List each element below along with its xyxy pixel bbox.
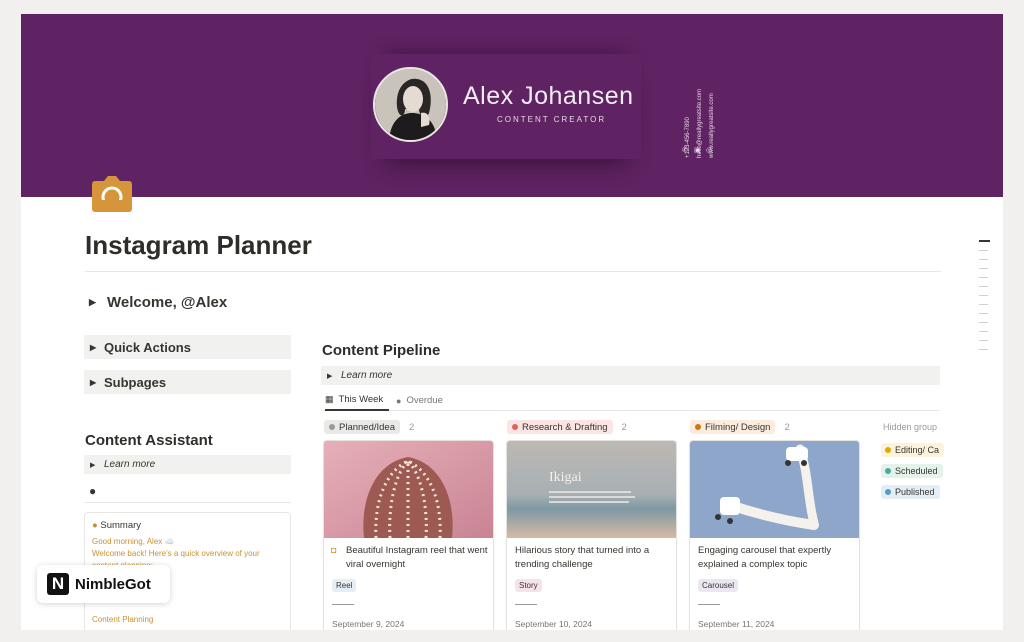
card-divider — [332, 604, 354, 605]
group-header-research[interactable]: Research & Drafting 2 — [507, 420, 627, 434]
board-card[interactable]: Engaging carousel that expertly explaine… — [689, 440, 860, 630]
card-cover-image — [690, 441, 859, 538]
welcome-toggle[interactable]: ▶ Welcome, @Alex — [89, 294, 227, 311]
group-count: 2 — [621, 421, 627, 433]
card-cover-image — [324, 441, 493, 538]
summary-line: Welcome back! Here's a quick overview of… — [92, 549, 260, 558]
view-tabs: ▦ This Week ● Overdue — [321, 390, 940, 411]
cover-name: Alex Johansen — [463, 82, 634, 110]
card-image-text: Ikigai — [549, 470, 582, 485]
summary-greeting: Good morning, Alex ☁️ — [92, 537, 175, 546]
format-tag: Carousel — [698, 579, 739, 592]
hidden-groups-heading: Hidden group — [883, 422, 938, 432]
camera-icon: ◘ — [331, 545, 337, 555]
toggle-triangle-icon[interactable]: ▶ — [90, 343, 104, 352]
group-count: 2 — [784, 421, 790, 433]
sparkle-icon: ● — [92, 520, 98, 531]
quick-actions-toggle[interactable]: ▶ Quick Actions — [84, 335, 291, 359]
card-divider — [698, 604, 720, 605]
card-divider — [515, 604, 537, 605]
toggle-triangle-icon[interactable]: ▶ — [89, 297, 107, 308]
sidebar-divider — [84, 502, 291, 503]
content-assistant-heading: Content Assistant — [85, 432, 213, 449]
assistant-learn-more-toggle[interactable]: ▶ Learn more — [84, 455, 291, 474]
contact-icons: ✆ ▣ ◎ — [682, 146, 718, 154]
welcome-label: Welcome, @Alex — [107, 294, 228, 311]
card-title: Hilarious story that turned into a trend… — [515, 545, 650, 570]
camera-icon[interactable] — [92, 176, 132, 212]
pipeline-learn-more-toggle[interactable]: ▶ Learn more — [321, 366, 940, 385]
learn-more-label: Learn more — [341, 370, 393, 381]
group-count: 2 — [409, 421, 415, 433]
alert-icon: ● — [396, 395, 402, 406]
card-date: September 9, 2024 — [332, 619, 405, 629]
status-pill: Research & Drafting — [507, 420, 613, 434]
tab-overdue[interactable]: ● Overdue — [396, 390, 443, 411]
status-pill: Filming/ Design — [690, 420, 776, 434]
hidden-group-editing[interactable]: Editing/ Ca — [881, 443, 945, 457]
cover-banner[interactable]: Alex Johansen CONTENT CREATOR +123-456-7… — [21, 14, 1003, 197]
card-title: Engaging carousel that expertly explaine… — [698, 545, 832, 570]
nimblegot-badge[interactable]: N NimbleGot — [37, 565, 170, 603]
nimblegot-label: NimbleGot — [75, 575, 151, 593]
card-title: Beautiful Instagram reel that went viral… — [346, 545, 488, 570]
contact-phone: +123-456-7890 — [685, 117, 691, 158]
calendar-icon: ▦ — [325, 394, 334, 404]
contact-email: hello@reallygreatsite.com — [697, 88, 703, 158]
board-card[interactable]: Ikigai Hilarious story that turned into … — [506, 440, 677, 630]
page: Alex Johansen CONTENT CREATOR +123-456-7… — [21, 14, 1003, 630]
subpages-toggle[interactable]: ▶ Subpages — [84, 370, 291, 394]
mail-icon: ▣ — [694, 147, 701, 154]
summary-title: ● Summary — [92, 520, 142, 531]
learn-more-label: Learn more — [104, 459, 156, 470]
globe-icon: ◎ — [706, 147, 713, 154]
format-tag: Story — [515, 579, 542, 592]
board-card[interactable]: ◘ Beautiful Instagram reel that went vir… — [323, 440, 494, 630]
group-header-planned[interactable]: Planned/Idea 2 — [324, 420, 414, 434]
hidden-group-published[interactable]: Published — [881, 485, 940, 499]
page-title: Instagram Planner — [85, 230, 312, 260]
quick-actions-label: Quick Actions — [104, 339, 191, 355]
toggle-triangle-icon[interactable]: ▶ — [90, 461, 104, 469]
card-cover-image: Ikigai — [507, 441, 676, 538]
hidden-group-scheduled[interactable]: Scheduled — [881, 464, 943, 478]
assistant-bot-icon[interactable]: ● — [89, 484, 96, 498]
tab-this-week[interactable]: ▦ This Week — [325, 390, 389, 411]
summary-content-planning: Content Planning — [92, 615, 154, 624]
format-tag: Reel — [332, 579, 357, 592]
nimblegot-logo-icon: N — [47, 573, 69, 595]
profile-avatar — [373, 67, 448, 142]
contact-website: www.reallygreatsite.com — [709, 93, 715, 158]
card-date: September 11, 2024 — [698, 619, 775, 629]
group-header-filming[interactable]: Filming/ Design 2 — [690, 420, 790, 434]
cover-role: CONTENT CREATOR — [497, 115, 607, 124]
phone-icon: ✆ — [682, 147, 688, 154]
subpages-label: Subpages — [104, 374, 167, 390]
toggle-triangle-icon[interactable]: ▶ — [327, 372, 341, 380]
toggle-triangle-icon[interactable]: ▶ — [90, 378, 104, 387]
status-pill: Planned/Idea — [324, 420, 400, 434]
title-divider — [85, 271, 941, 272]
content-pipeline-heading: Content Pipeline — [322, 342, 441, 359]
table-of-contents-indicator[interactable] — [979, 240, 991, 358]
card-date: September 10, 2024 — [515, 619, 593, 629]
